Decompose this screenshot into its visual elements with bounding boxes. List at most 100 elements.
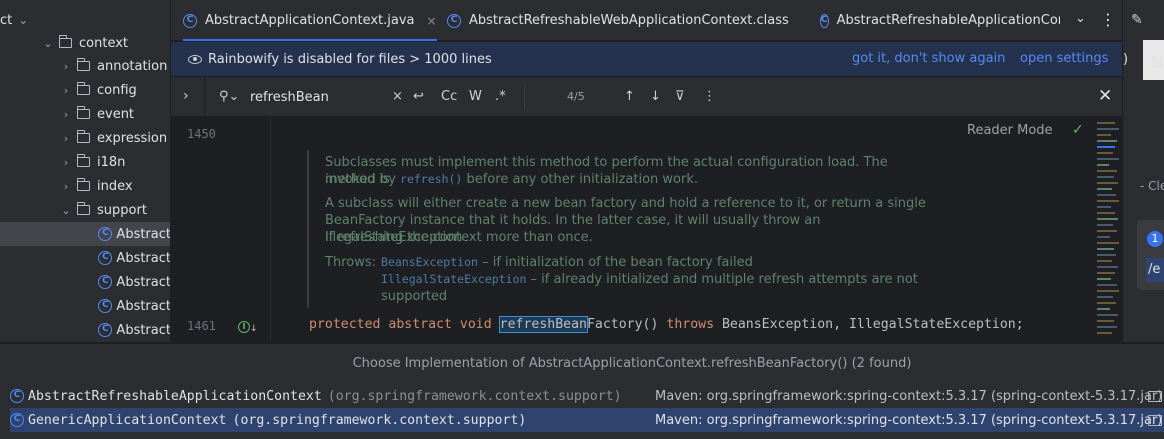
new-line-icon[interactable]: ↩ xyxy=(413,89,424,104)
folder-icon xyxy=(76,106,90,119)
tree-item-label: annotation xyxy=(97,58,168,74)
implementation-library: Maven: org.springframework:spring-contex… xyxy=(655,388,1163,404)
tree-item-class[interactable]: C Abstract xyxy=(0,246,171,270)
implementation-item[interactable]: C GenericApplicationContext (org.springf… xyxy=(10,408,1164,432)
match-count: 4/5 xyxy=(567,90,585,103)
tree-item-index[interactable]: › index xyxy=(0,174,170,198)
folder-icon xyxy=(76,154,90,167)
tree-item-class[interactable]: C Abstract xyxy=(0,222,170,246)
chevron-right-icon[interactable]: › xyxy=(58,60,74,73)
project-title: ct xyxy=(0,12,13,28)
notification-banner: Rainbowify is disabled for files > 1000 … xyxy=(171,42,1122,76)
tab-list-dropdown-icon[interactable]: ⌄ xyxy=(1075,11,1086,26)
tree-item-event[interactable]: › event xyxy=(0,102,170,126)
class-icon: C xyxy=(98,299,113,313)
dismiss-link[interactable]: got it, don't show again xyxy=(852,51,1005,66)
close-icon[interactable]: ✕ xyxy=(1098,86,1112,106)
eye-icon xyxy=(188,54,202,64)
doc-line: supported xyxy=(381,289,448,304)
editor-tabs: C AbstractApplicationContext.java × C Ab… xyxy=(171,0,1122,41)
assistant-tab[interactable]: 智 xyxy=(1151,52,1164,71)
minimap[interactable] xyxy=(1095,118,1122,342)
implemented-gutter-icon[interactable]: I xyxy=(238,321,250,333)
tab-abstract-refreshable-application-context[interactable]: C AbstractRefreshableApplicationCon xyxy=(820,0,1060,41)
tab-abstract-refreshable-web-application-context[interactable]: C AbstractRefreshableWebApplicationConte… xyxy=(447,0,789,41)
class-icon: C xyxy=(183,13,197,28)
method-name-rest: Factory() xyxy=(586,317,667,332)
tree-item-class[interactable]: C Abstract xyxy=(0,270,170,294)
match-case-button[interactable]: Cc xyxy=(441,89,457,104)
tree-item-annotation[interactable]: › annotation xyxy=(0,54,170,78)
filter-icon[interactable]: ⊽ xyxy=(675,89,685,104)
tab-label: AbstractApplicationContext.java xyxy=(205,13,415,28)
tree-item-label: event xyxy=(97,106,135,122)
edit-icon[interactable]: ✎ xyxy=(1131,12,1143,28)
close-icon[interactable]: × xyxy=(427,14,437,28)
find-bar: › ⚲⌄ × ↩ Cc W .* 4/5 ↑ ↓ ⊽ ⋮ ✕ xyxy=(171,77,1122,117)
tab-label: AbstractRefreshableWebApplicationContext… xyxy=(469,13,789,28)
tab-abstract-application-context[interactable]: C AbstractApplicationContext.java × xyxy=(183,0,437,41)
chevron-right-icon[interactable]: › xyxy=(58,180,74,193)
next-occurrence-icon[interactable]: ↓ xyxy=(650,89,661,104)
doc-link-illegal-state-exception[interactable]: IllegalStateException xyxy=(381,272,526,286)
number-badge: 1 xyxy=(1147,231,1163,247)
implementation-name: AbstractRefreshableApplicationContext xyxy=(28,388,322,404)
tree-item-label: Abstract xyxy=(116,250,171,266)
tree-item-config[interactable]: › config xyxy=(0,78,170,102)
class-icon: C xyxy=(447,13,461,28)
chevron-down-icon[interactable]: ⌄ xyxy=(18,13,28,27)
rendered-javadoc: Subclasses must implement this method to… xyxy=(307,150,937,308)
more-icon[interactable]: ⋮ xyxy=(1100,10,1116,29)
tree-item-support[interactable]: ⌄ support xyxy=(0,198,170,222)
clear-icon[interactable]: × xyxy=(392,89,403,104)
doc-text: – if already initialized and multiple re… xyxy=(526,272,918,287)
tree-item-context[interactable]: ⌄ context xyxy=(0,31,170,55)
gutter-arrow-icon: ↓ xyxy=(250,324,258,334)
doc-link-beans-exception[interactable]: BeansException xyxy=(381,255,478,269)
doc-link-refresh[interactable]: refresh() xyxy=(400,172,462,186)
code-editor[interactable]: 1450 Reader Mode ✓ Subclasses must imple… xyxy=(171,118,1122,342)
search-icon[interactable]: ⚲⌄ xyxy=(219,89,239,104)
tree-item-class[interactable]: C Abstract xyxy=(0,318,171,342)
path-chip[interactable]: /e xyxy=(1146,258,1164,282)
doc-line: if refreshing the context more than once… xyxy=(325,230,593,245)
tree-item-class[interactable]: C Abstract xyxy=(0,294,170,318)
reader-mode-toggle[interactable]: Reader Mode xyxy=(967,123,1053,138)
keyword: abstract xyxy=(388,317,452,332)
doc-text: before any other initialization work. xyxy=(462,172,699,187)
tree-item-label: expression xyxy=(97,130,168,146)
previous-occurrence-icon[interactable]: ↑ xyxy=(624,89,635,104)
folder-icon xyxy=(76,82,90,95)
chevron-down-icon[interactable]: ⌄ xyxy=(40,37,56,50)
chevron-right-icon[interactable]: › xyxy=(58,156,74,169)
tree-item-label: Abstract xyxy=(116,322,171,338)
chevron-right-icon[interactable]: › xyxy=(58,108,74,121)
search-input[interactable] xyxy=(250,86,390,108)
implementation-item[interactable]: C AbstractRefreshableApplicationContext … xyxy=(10,384,1164,408)
chevron-right-icon[interactable]: › xyxy=(58,132,74,145)
class-icon: C xyxy=(98,275,113,289)
tree-item-i18n[interactable]: › i18n xyxy=(0,150,170,174)
chevron-right-icon[interactable]: › xyxy=(58,84,74,97)
doc-text: invoked by xyxy=(325,172,401,187)
folder-icon xyxy=(76,178,90,191)
doc-line: BeansException – if initialization of th… xyxy=(381,254,753,271)
chevron-down-icon[interactable]: ⌄ xyxy=(58,204,74,217)
open-settings-link[interactable]: open settings xyxy=(1020,51,1108,66)
tree-item-label: support xyxy=(97,202,147,218)
right-tool-panel: ✎ ) 智 - Cle 1 /e xyxy=(1122,0,1164,342)
more-icon[interactable]: ⋮ xyxy=(703,89,716,104)
keyword: throws xyxy=(666,317,715,332)
chevron-right-icon[interactable]: › xyxy=(183,88,189,104)
regex-button[interactable]: .* xyxy=(495,89,506,104)
folder-icon xyxy=(1148,391,1162,402)
check-icon: ✓ xyxy=(1072,122,1084,138)
doc-text: – if initialization of the bean factory … xyxy=(477,255,753,270)
tree-item-label: index xyxy=(97,178,133,194)
tree-item-expression[interactable]: › expression xyxy=(0,126,170,150)
doc-line: invoked by refresh() before any other in… xyxy=(325,171,698,188)
search-match[interactable]: refreshBean xyxy=(498,316,588,333)
doc-throws-label: Throws: xyxy=(325,255,376,270)
whole-words-button[interactable]: W xyxy=(469,89,482,104)
implementation-package: (org.springframework.context.support) xyxy=(232,412,527,428)
